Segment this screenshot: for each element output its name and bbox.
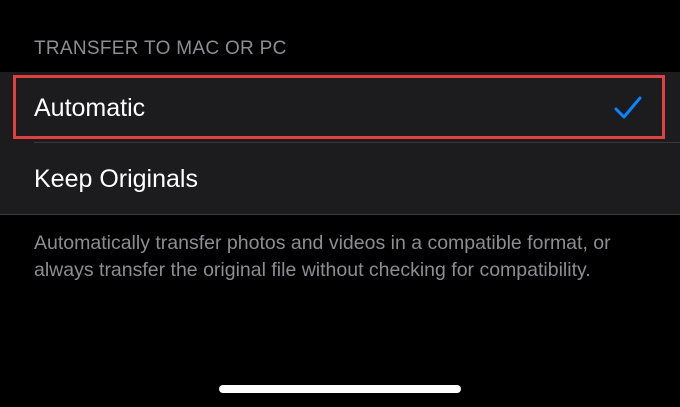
option-keep-originals[interactable]: Keep Originals xyxy=(0,143,680,214)
checkmark-icon xyxy=(614,96,642,118)
group-bottom-separator xyxy=(0,214,680,215)
transfer-options-group: Automatic Keep Originals xyxy=(0,72,680,214)
home-indicator[interactable] xyxy=(219,385,461,393)
option-keep-originals-label: Keep Originals xyxy=(34,164,198,193)
option-automatic[interactable]: Automatic xyxy=(0,72,680,143)
option-automatic-label: Automatic xyxy=(34,93,146,122)
footer-description: Automatically transfer photos and videos… xyxy=(34,232,611,281)
section-header: TRANSFER TO MAC OR PC xyxy=(34,38,287,59)
